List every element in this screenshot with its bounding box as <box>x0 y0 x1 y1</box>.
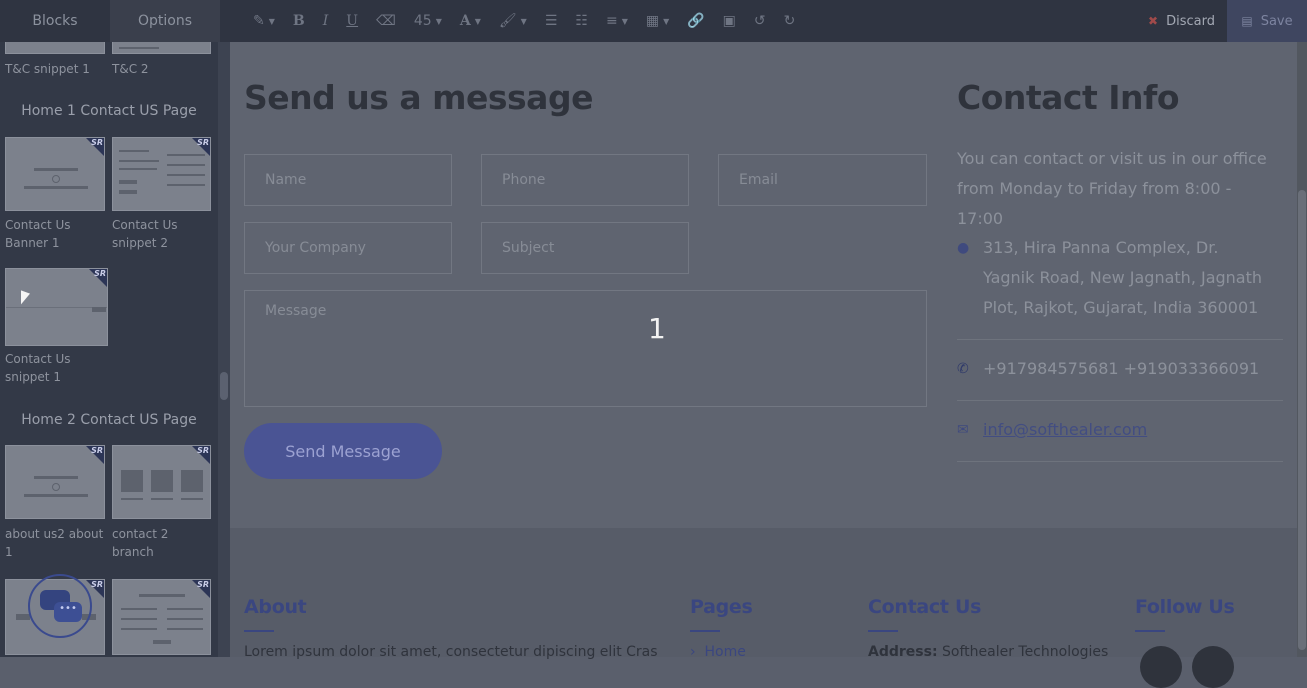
email-link[interactable]: info@softhealer.com <box>983 415 1147 445</box>
form-heading: Send us a message <box>244 78 593 117</box>
name-input[interactable]: Name <box>244 154 452 206</box>
tab-blocks[interactable]: Blocks <box>0 0 110 42</box>
footer-about-text: Lorem ipsum dolor sit amet, consectetur … <box>244 644 658 660</box>
underline-button[interactable]: U <box>346 13 358 29</box>
table-icon: ▦ <box>645 13 660 29</box>
mouse-cursor-icon <box>21 290 30 308</box>
bold-button[interactable]: B <box>293 13 305 29</box>
snippet-thumbnail[interactable] <box>112 42 211 54</box>
blocks-sidebar: T&C snippet 1 T&C 2 Home 1 Contact US Pa… <box>0 42 218 657</box>
contact-form-section: Send us a message Name Phone Email Your … <box>230 42 1297 528</box>
chat-widget-button[interactable]: ••• <box>28 574 92 638</box>
section-title: Home 1 Contact US Page <box>21 103 197 119</box>
footer-link-home[interactable]: › Home <box>690 644 746 660</box>
address-row: ● 313, Hira Panna Complex, Dr. Yagnik Ro… <box>957 233 1267 323</box>
footer-contact-heading: Contact Us <box>868 596 982 618</box>
sidebar-scrollbar[interactable] <box>218 42 230 657</box>
italic-button[interactable]: I <box>323 13 329 29</box>
numbered-list-icon: ☷ <box>575 13 588 29</box>
align-icon: ≡ <box>605 13 618 29</box>
company-input[interactable]: Your Company <box>244 222 452 274</box>
footer-pages-heading: Pages <box>690 596 753 618</box>
snippet-thumbnail[interactable]: SR <box>112 445 211 519</box>
envelope-icon: ✉ <box>957 422 969 438</box>
snippet-thumbnail[interactable]: SR <box>112 137 211 211</box>
snippet-label: contact 2 branch <box>112 527 169 559</box>
table-dropdown[interactable]: ▦ ▼ <box>646 13 669 29</box>
font-color-dropdown[interactable]: A ▼ <box>460 13 481 29</box>
snippet-thumbnail[interactable]: SR <box>5 137 105 211</box>
subject-input[interactable]: Subject <box>481 222 689 274</box>
heading-underline <box>244 630 274 632</box>
magic-wand-icon: ✎ <box>253 13 265 29</box>
snippet-thumbnail[interactable]: SR <box>112 579 211 655</box>
contact-info-heading: Contact Info <box>957 78 1180 117</box>
align-dropdown[interactable]: ≡ ▼ <box>606 13 628 29</box>
redo-button[interactable]: ↻ <box>784 13 796 29</box>
footer-about-heading: About <box>244 596 307 618</box>
heading-underline <box>1135 630 1165 632</box>
phone-row: ✆ +917984575681 +919033366091 <box>957 354 1267 384</box>
chat-bubble-icon: ••• <box>54 602 82 622</box>
divider <box>957 461 1283 462</box>
overlay-number: 1 <box>648 312 666 345</box>
email-input[interactable]: Email <box>718 154 927 206</box>
numbered-list-button[interactable]: ☷ <box>575 13 588 29</box>
snippet-label: T&C 2 <box>112 62 149 76</box>
snippet-label: T&C snippet 1 <box>5 62 90 76</box>
save-button[interactable]: ▤ Save <box>1227 0 1307 42</box>
phone-input[interactable]: Phone <box>481 154 689 206</box>
editor-toolbar: Blocks Options ✎ ▼ B I U ⌫ 45 ▼ A ▼ 🖌 ▼ ☰ ☷ … <box>0 0 1307 42</box>
font-size-dropdown[interactable]: 45 ▼ <box>414 13 442 29</box>
message-textarea[interactable]: Message <box>244 290 927 407</box>
bullet-list-icon: ☰ <box>544 13 558 29</box>
close-icon: ✖ <box>1148 14 1159 28</box>
page-scrollbar[interactable] <box>1297 42 1307 657</box>
send-message-button[interactable]: Send Message <box>244 423 442 479</box>
eraser-button[interactable]: ⌫ <box>376 13 396 29</box>
chevron-right-icon: › <box>690 644 696 660</box>
snippet-label: Contact Us snippet 1 <box>5 352 71 384</box>
snippet-label: about us2 about 1 <box>5 527 104 559</box>
heading-underline <box>690 630 720 632</box>
snippet-thumbnail[interactable]: SR <box>5 445 105 519</box>
tab-options[interactable]: Options <box>110 0 220 42</box>
social-icon[interactable] <box>1140 646 1182 688</box>
brush-dropdown[interactable]: 🖌 ▼ <box>499 13 527 29</box>
image-icon: ▣ <box>722 13 736 29</box>
undo-button[interactable]: ↺ <box>754 13 766 29</box>
magic-wand-dropdown[interactable]: ✎ ▼ <box>253 13 275 29</box>
link-button[interactable]: 🔗 <box>687 13 704 29</box>
section-title: Home 2 Contact US Page <box>21 412 197 428</box>
undo-icon: ↺ <box>753 13 766 29</box>
floppy-disk-icon: ▤ <box>1241 14 1253 28</box>
phone-icon: ✆ <box>957 361 969 377</box>
contact-intro-text: You can contact or visit us in our offic… <box>957 149 1267 228</box>
snippet-label: Contact Us snippet 2 <box>112 218 178 250</box>
image-button[interactable]: ▣ <box>723 13 736 29</box>
footer-contact-address: Address: Softhealer Technologies <box>868 644 1109 660</box>
page-canvas: Send us a message Name Phone Email Your … <box>230 42 1297 688</box>
divider <box>957 339 1283 340</box>
email-row: ✉ info@softhealer.com <box>957 415 1267 445</box>
snippet-label: Contact Us Banner 1 <box>5 218 71 250</box>
snippet-thumbnail[interactable] <box>5 42 105 54</box>
font-color-icon: A <box>459 13 471 29</box>
redo-icon: ↻ <box>783 13 796 29</box>
footer-follow-heading: Follow Us <box>1135 596 1235 618</box>
discard-button[interactable]: ✖ Discard <box>1148 14 1215 29</box>
link-icon: 🔗 <box>687 13 705 29</box>
map-pin-icon: ● <box>957 240 970 256</box>
heading-underline <box>868 630 898 632</box>
social-icon[interactable] <box>1192 646 1234 688</box>
footer <box>230 528 1297 657</box>
brush-icon: 🖌 <box>498 13 517 29</box>
snippet-thumbnail[interactable]: SR <box>5 268 108 346</box>
eraser-icon: ⌫ <box>376 13 396 29</box>
bullet-list-button[interactable]: ☰ <box>545 13 558 29</box>
divider <box>957 400 1283 401</box>
